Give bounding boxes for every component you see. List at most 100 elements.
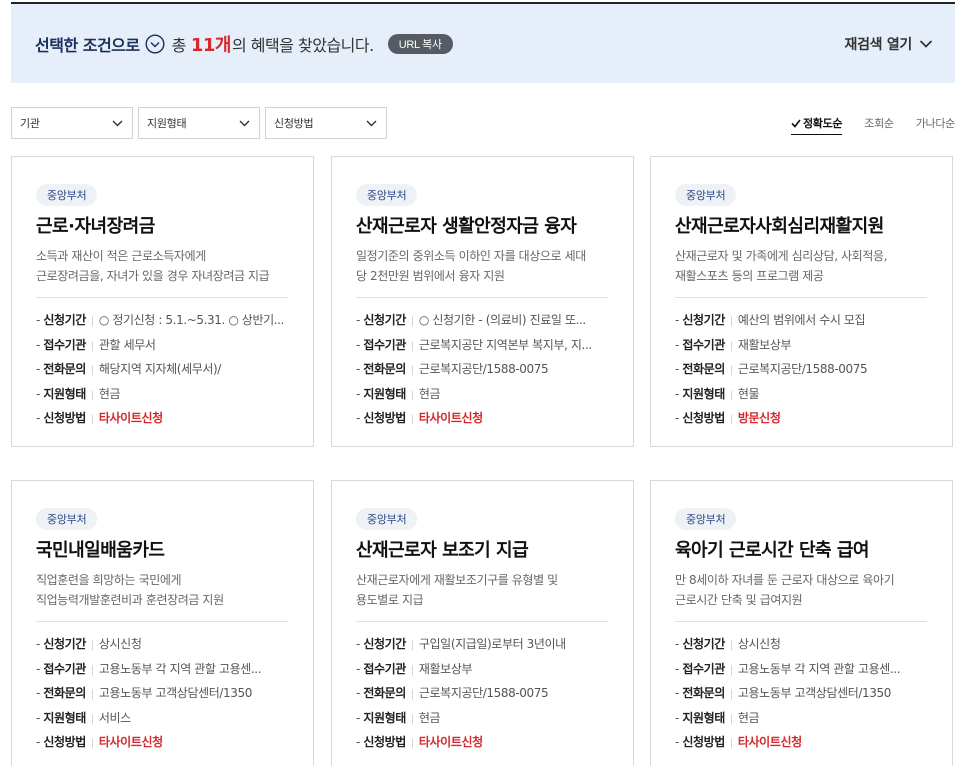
check-circle-icon — [145, 33, 166, 54]
card-description-line: 근로시간 단축 및 급여지원 — [675, 593, 803, 607]
info-label: 접수기관 — [682, 661, 725, 676]
info-label: 신청기간 — [43, 313, 86, 327]
card-divider — [36, 621, 288, 622]
info-label: 지원형태 — [682, 386, 725, 401]
info-value: 현금 — [98, 386, 121, 401]
info-divider: | — [90, 664, 94, 676]
benefit-card[interactable]: 중앙부처 산재근로자사회심리재활지원 산재근로자 및 가족에게 심리상담, 사회적응… — [650, 156, 953, 447]
filter-agency-select[interactable]: 기관 — [11, 107, 133, 139]
info-label: 신청방법 — [43, 411, 86, 425]
card-info-row: - 전화문의 | 고용노동부 고객상담센터/1350 — [675, 682, 928, 707]
card-title[interactable]: 산재근로자 보조기 지급 — [356, 538, 609, 564]
info-label: 접수기관 — [682, 337, 725, 352]
card-divider — [36, 297, 288, 298]
benefit-card[interactable]: 중앙부처 산재근로자 생활안정자금 융자 일정기준의 중위소득 이하인 자를 대상으… — [331, 156, 634, 447]
filter-agency-label: 기관 — [20, 117, 40, 130]
info-divider: | — [410, 365, 414, 376]
info-label: 지원형태 — [682, 710, 725, 725]
info-label: 지원형태 — [43, 386, 86, 401]
info-value: 고용노동부 각 지역 관할 고용센... — [98, 661, 262, 676]
filter-support-type-select[interactable]: 지원형태 — [138, 107, 260, 139]
info-label: 전화문의 — [43, 686, 86, 700]
sort-views[interactable]: 조회순 — [864, 115, 894, 131]
sort-accuracy[interactable]: 정확도순 — [790, 115, 843, 135]
category-badge: 중앙부처 — [356, 184, 418, 206]
total-prefix: 총 — [171, 35, 187, 55]
card-info-row: - 신청기간 | 예산의 범위에서 수시 모집 — [675, 309, 928, 334]
info-divider: | — [410, 640, 414, 651]
benefit-card[interactable]: 중앙부처 육아기 근로시간 단축 급여 만 8세이하 자녀를 둔 근로자 대상으로 … — [650, 480, 953, 766]
sort-alphabetical[interactable]: 가나다순 — [916, 115, 956, 131]
chevron-down-icon — [919, 39, 933, 48]
filter-apply-method-select[interactable]: 신청방법 — [265, 107, 387, 139]
card-info-row: - 지원형태 | 현금 — [356, 707, 609, 732]
card-info-row: - 신청방법 | 타사이트신청 — [675, 731, 928, 756]
filter-apply-method-label: 신청방법 — [274, 117, 314, 130]
chevron-down-icon — [366, 120, 377, 126]
category-badge: 중앙부처 — [675, 508, 737, 530]
card-divider — [675, 297, 927, 298]
info-divider: | — [729, 316, 733, 327]
info-value: 현물 — [737, 386, 760, 401]
info-label: 신청방법 — [682, 735, 725, 749]
info-value: 서비스 — [98, 710, 131, 725]
research-toggle[interactable]: 재검색 열기 — [845, 4, 933, 83]
card-title[interactable]: 국민내일배움카드 — [36, 538, 289, 564]
sort-accuracy-label: 정확도순 — [802, 117, 843, 130]
info-label: 신청방법 — [682, 411, 725, 425]
selected-conditions-label: 선택한 조건으로 — [35, 35, 140, 55]
info-value: 타사이트신청 — [98, 735, 163, 749]
info-divider: | — [729, 389, 733, 401]
card-info-row: - 접수기관 | 재활보상부 — [675, 334, 928, 359]
info-value: 고용노동부 각 지역 관할 고용센... — [737, 661, 901, 676]
benefit-card[interactable]: 중앙부처 산재근로자 보조기 지급 산재근로자에게 재활보조기구를 유형별 및 용도별… — [331, 480, 634, 766]
info-label: 지원형태 — [43, 710, 86, 725]
info-divider: | — [90, 640, 94, 651]
card-title[interactable]: 육아기 근로시간 단축 급여 — [675, 538, 928, 564]
info-divider: | — [410, 689, 414, 700]
info-divider: | — [410, 389, 414, 401]
card-description-line: 당 2천만원 범위에서 융자 지원 — [356, 269, 505, 283]
card-info-row: - 전화문의 | 근로복지공단/1588-0075 — [675, 358, 928, 383]
info-divider: | — [729, 689, 733, 700]
card-title[interactable]: 산재근로자 생활안정자금 융자 — [356, 214, 609, 240]
card-info-row: - 전화문의 | 근로복지공단/1588-0075 — [356, 682, 609, 707]
card-title[interactable]: 근로·자녀장려금 — [36, 214, 289, 240]
info-value: 재활보상부 — [737, 337, 792, 352]
info-divider: | — [90, 340, 94, 352]
card-info-row: - 신청방법 | 타사이트신청 — [356, 407, 609, 432]
category-badge: 중앙부처 — [36, 508, 98, 530]
info-label: 신청기간 — [682, 637, 725, 651]
info-label: 전화문의 — [363, 362, 406, 376]
info-label: 접수기관 — [363, 661, 406, 676]
card-info-row: - 접수기관 | 관할 세무서 — [36, 334, 289, 359]
result-count: 11개 — [190, 34, 232, 56]
card-info-row: - 신청방법 | 타사이트신청 — [356, 731, 609, 756]
card-info-row: - 지원형태 | 서비스 — [36, 707, 289, 732]
info-divider: | — [410, 340, 414, 352]
info-value: 고용노동부 고객상담센터/1350 — [98, 686, 252, 700]
benefit-card[interactable]: 중앙부처 근로·자녀장려금 소득과 재산이 적은 근로소득자에게 근로장려금을, 자녀… — [11, 156, 314, 447]
info-value: 관할 세무서 — [98, 337, 156, 352]
card-info-row: - 접수기관 | 고용노동부 각 지역 관할 고용센... — [36, 658, 289, 683]
info-value: 현금 — [418, 386, 441, 401]
info-divider: | — [90, 738, 94, 749]
card-info-row: - 신청방법 | 방문신청 — [675, 407, 928, 432]
benefit-card[interactable]: 중앙부처 국민내일배움카드 직업훈련을 희망하는 국민에게 직업능력개발훈련비과 훈련… — [11, 480, 314, 766]
info-label: 신청기간 — [363, 637, 406, 651]
checkmark-icon — [791, 119, 801, 128]
card-description-line: 산재근로자에게 재활보조기구를 유형별 및 — [356, 573, 558, 587]
info-value: 예산의 범위에서 수시 모집 — [737, 313, 866, 327]
info-label: 접수기관 — [363, 337, 406, 352]
result-suffix: 의 혜택을 찾았습니다. — [231, 35, 374, 55]
chevron-down-icon — [239, 120, 250, 126]
info-value: 타사이트신청 — [418, 735, 483, 749]
url-copy-button[interactable]: URL 복사 — [387, 33, 453, 54]
card-info-row: - 지원형태 | 현금 — [675, 707, 928, 732]
card-info-row: - 지원형태 | 현금 — [36, 383, 289, 408]
card-title[interactable]: 산재근로자사회심리재활지원 — [675, 214, 928, 240]
card-description-line: 용도별로 지급 — [356, 593, 424, 607]
info-label: 전화문의 — [682, 686, 725, 700]
info-divider: | — [729, 640, 733, 651]
info-divider: | — [410, 316, 414, 327]
